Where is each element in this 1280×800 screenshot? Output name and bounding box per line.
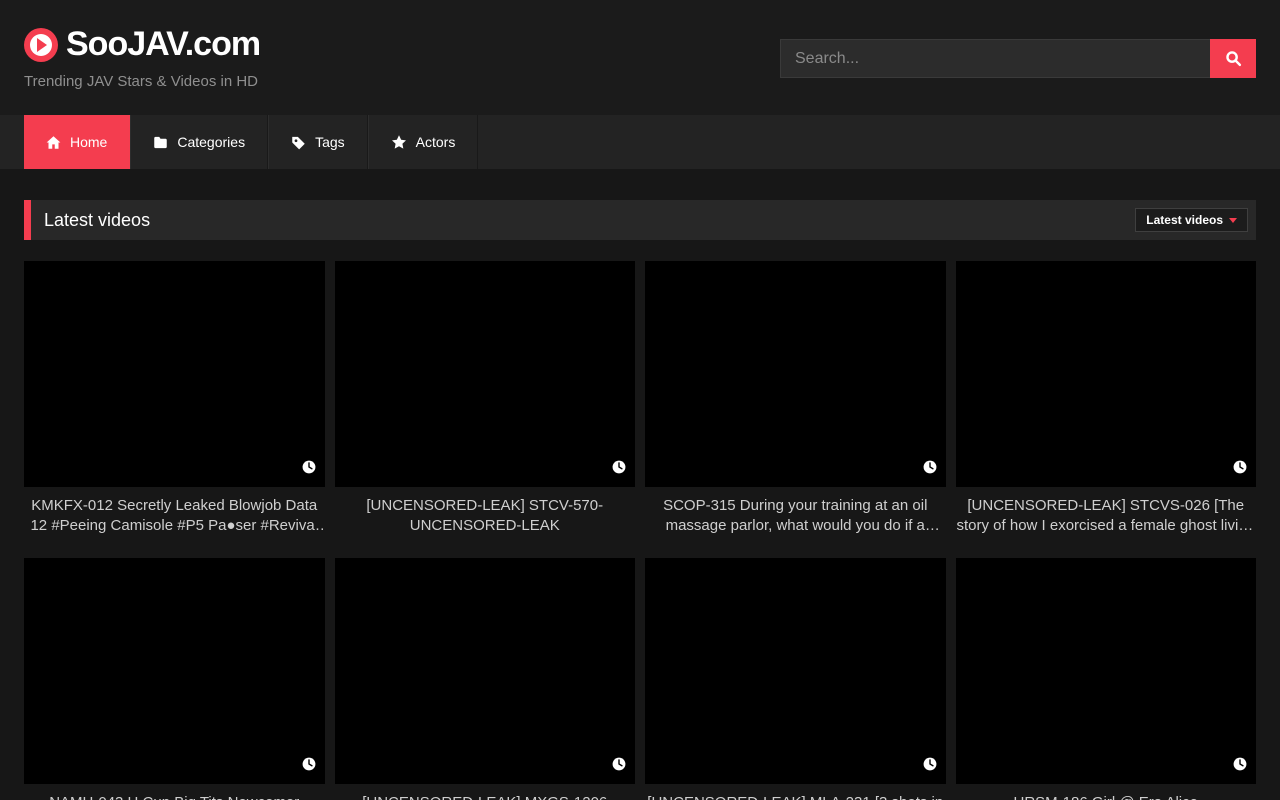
logo-link[interactable]: SooJAV.com [24,25,260,64]
clock-icon [1233,757,1247,776]
section-title: Latest videos [44,210,150,231]
video-title[interactable]: NAMH-043 H Cup Big Tits Newcomer (170cm … [24,793,325,800]
chevron-down-icon [1229,218,1237,223]
star-icon [391,134,407,150]
brand: SooJAV.com Trending JAV Stars & Videos i… [24,0,260,90]
video-card[interactable]: [UNCENSORED-LEAK] MLA-231 [3 shots in [645,558,946,800]
video-title[interactable]: [UNCENSORED-LEAK] MLA-231 [3 shots in [645,793,946,800]
search-input[interactable] [780,39,1210,78]
video-title[interactable]: URSM-186 Girl @ Era Alice [956,793,1257,800]
video-card[interactable]: SCOP-315 During your training at an oil … [645,261,946,536]
sort-dropdown[interactable]: Latest videos [1135,208,1248,232]
video-thumbnail[interactable] [956,261,1257,487]
video-title[interactable]: [UNCENSORED-LEAK] MXGS-1206 Absolutely [335,793,636,800]
video-thumbnail[interactable] [335,558,636,784]
search-form [780,39,1256,78]
video-title[interactable]: KMKFX-012 Secretly Leaked Blowjob Data 1… [24,496,325,536]
clock-icon [612,757,626,776]
video-thumbnail[interactable] [956,558,1257,784]
video-thumbnail[interactable] [24,261,325,487]
nav-label: Home [70,134,107,150]
video-card[interactable]: [UNCENSORED-LEAK] STCVS-026 [The story o… [956,261,1257,536]
tag-icon [291,135,306,150]
video-thumbnail[interactable] [335,261,636,487]
sort-label: Latest videos [1146,213,1223,227]
header: SooJAV.com Trending JAV Stars & Videos i… [0,0,1280,115]
folder-icon [153,135,168,150]
video-card[interactable]: KMKFX-012 Secretly Leaked Blowjob Data 1… [24,261,325,536]
video-card[interactable]: [UNCENSORED-LEAK] MXGS-1206 Absolutely [335,558,636,800]
site-title: SooJAV.com [66,25,260,64]
play-circle-icon [24,28,58,62]
clock-icon [302,757,316,776]
clock-icon [612,460,626,479]
clock-icon [1233,460,1247,479]
section-bar: Latest videos Latest videos [24,200,1256,240]
clock-icon [923,757,937,776]
video-thumbnail[interactable] [645,558,946,784]
site-tagline: Trending JAV Stars & Videos in HD [24,73,260,90]
nav-item-actors[interactable]: Actors [368,115,479,169]
nav-item-tags[interactable]: Tags [268,115,368,169]
main-nav: Home Categories Tags Actors [0,115,1280,169]
video-title[interactable]: [UNCENSORED-LEAK] STCVS-026 [The story o… [956,496,1257,536]
clock-icon [923,460,937,479]
nav-item-home[interactable]: Home [24,115,130,169]
video-title[interactable]: [UNCENSORED-LEAK] STCV-570-UNCENSORED-LE… [335,496,636,536]
clock-icon [302,460,316,479]
nav-label: Actors [416,134,456,150]
search-icon [1225,50,1242,67]
video-thumbnail[interactable] [645,261,946,487]
nav-item-categories[interactable]: Categories [130,115,268,169]
nav-label: Categories [177,134,245,150]
video-card[interactable]: [UNCENSORED-LEAK] STCV-570-UNCENSORED-LE… [335,261,636,536]
video-title[interactable]: SCOP-315 During your training at an oil … [645,496,946,536]
video-thumbnail[interactable] [24,558,325,784]
nav-label: Tags [315,134,345,150]
search-button[interactable] [1210,39,1256,78]
home-icon [46,135,61,150]
video-card[interactable]: NAMH-043 H Cup Big Tits Newcomer (170cm … [24,558,325,800]
video-grid: KMKFX-012 Secretly Leaked Blowjob Data 1… [24,261,1256,800]
video-card[interactable]: URSM-186 Girl @ Era Alice [956,558,1257,800]
